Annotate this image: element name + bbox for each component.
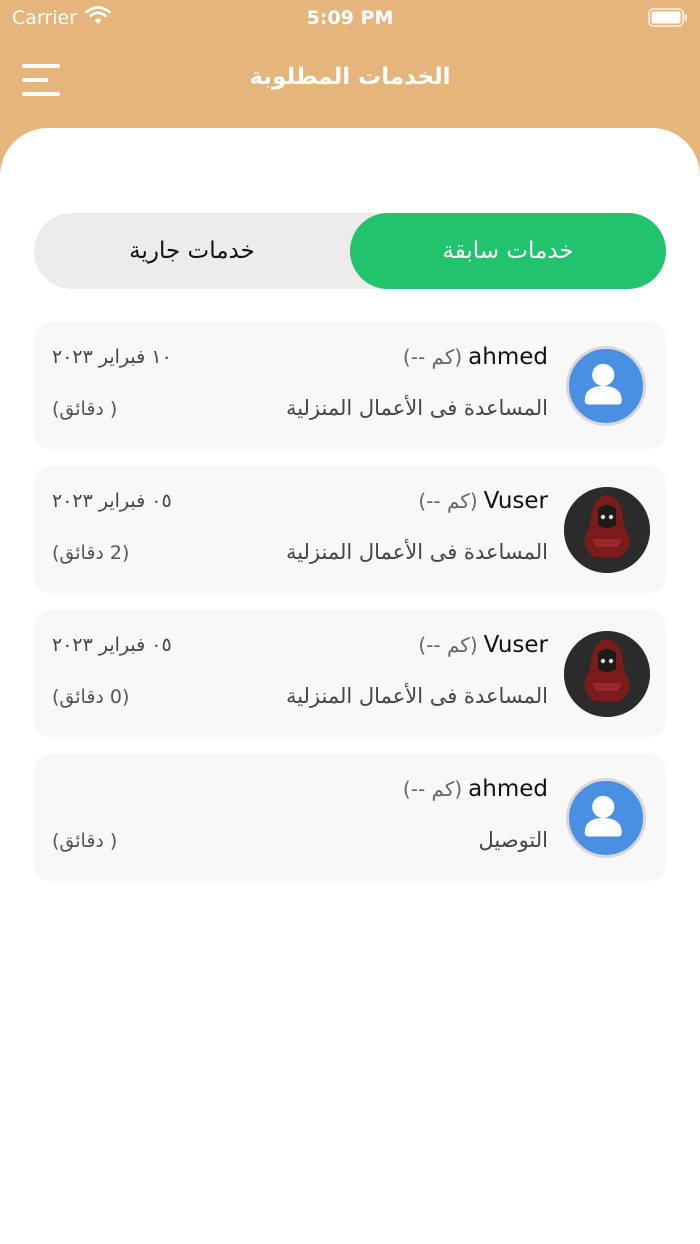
provider-name-row: (-- كم) Vuser xyxy=(418,488,548,514)
default-user-icon xyxy=(566,778,646,858)
service-type: التوصيل xyxy=(478,828,549,852)
provider-name: ahmed xyxy=(468,776,548,802)
distance-label: (-- كم) xyxy=(402,777,463,801)
tab-current-services[interactable]: خدمات جارية xyxy=(34,213,350,289)
service-card[interactable]: (-- كم) ahmed التوصيل ( دقائق) xyxy=(34,754,666,881)
provider-name-row: (-- كم) ahmed xyxy=(403,776,548,802)
profile-photo xyxy=(564,487,650,573)
provider-name: Vuser xyxy=(483,488,548,514)
status-bar: Carrier 5:09 PM xyxy=(0,0,700,36)
service-duration: (0 دقائق) xyxy=(52,686,130,708)
service-type: المساعدة فى الأعمال المنزلية xyxy=(285,684,548,708)
tab-previous-services[interactable]: خدمات سابقة xyxy=(350,213,666,289)
service-tabs: خدمات سابقة خدمات جارية xyxy=(34,213,666,289)
distance-label: (-- كم) xyxy=(402,345,463,369)
distance-label: (-- كم) xyxy=(418,489,478,513)
service-duration: ( دقائق) xyxy=(52,830,118,852)
distance-label: (-- كم) xyxy=(418,633,478,657)
provider-name: ahmed xyxy=(468,344,548,370)
profile-photo xyxy=(564,631,650,717)
app-header: الخدمات المطلوبة xyxy=(0,36,700,128)
service-type: المساعدة فى الأعمال المنزلية xyxy=(285,540,548,564)
service-duration: ( دقائق) xyxy=(52,398,118,420)
service-date: ٠٥ فبراير ٢٠٢٣ xyxy=(52,634,172,656)
service-duration: (2 دقائق) xyxy=(52,542,130,564)
service-card[interactable]: (-- كم) ahmed المساعدة فى الأعمال المنزلي… xyxy=(34,322,666,449)
service-card[interactable]: (-- كم) Vuser المساعدة فى الأعمال المنزلي… xyxy=(34,466,666,593)
provider-name: Vuser xyxy=(483,632,548,658)
service-date: ٠٥ فبراير ٢٠٢٣ xyxy=(52,490,172,512)
default-user-icon xyxy=(566,346,646,426)
content-panel: خدمات سابقة خدمات جارية (-- كم) ahmed الم… xyxy=(0,128,700,1244)
provider-name-row: (-- كم) Vuser xyxy=(418,632,548,658)
battery-icon xyxy=(648,8,687,27)
service-type: المساعدة فى الأعمال المنزلية xyxy=(285,396,548,420)
status-time: 5:09 PM xyxy=(306,7,394,29)
provider-name-row: (-- كم) ahmed xyxy=(403,344,548,370)
service-card[interactable]: (-- كم) Vuser المساعدة فى الأعمال المنزلي… xyxy=(34,610,666,737)
service-date: ١٠ فبراير ٢٠٢٣ xyxy=(52,346,172,368)
page-title: الخدمات المطلوبة xyxy=(249,64,451,90)
